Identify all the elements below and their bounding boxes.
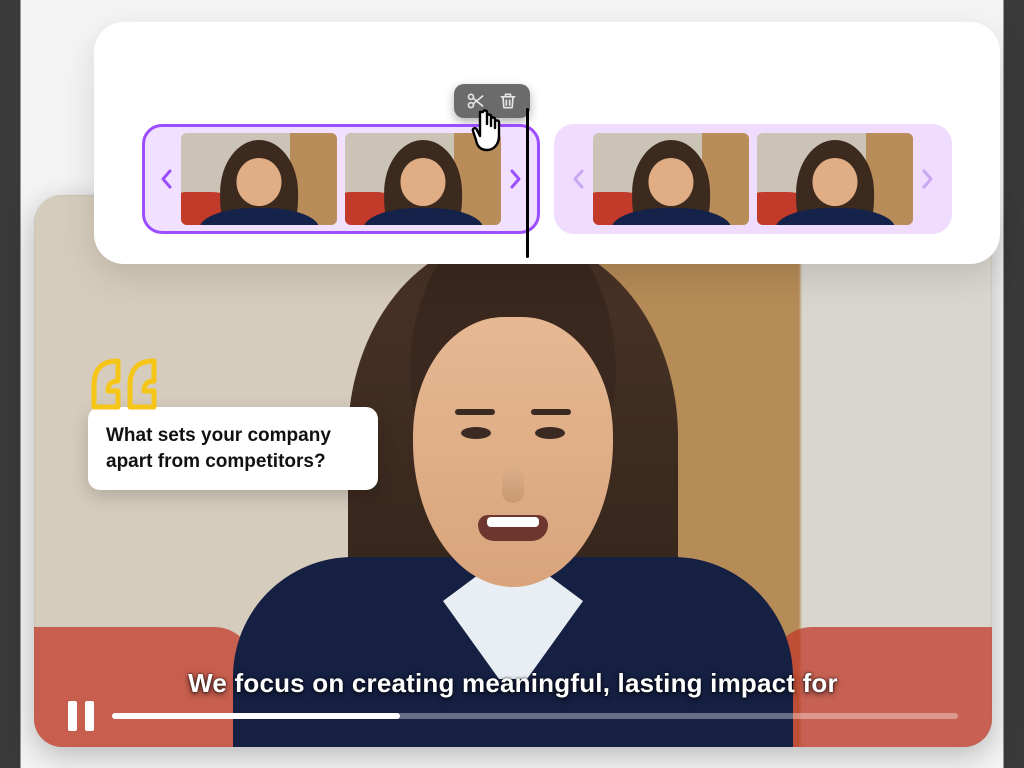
- progress-fill: [112, 713, 400, 719]
- scissors-icon[interactable]: [466, 91, 486, 111]
- clip-trim-left[interactable]: [153, 133, 181, 225]
- question-overlay: What sets your company apart from compet…: [88, 355, 378, 490]
- clip-trim-right[interactable]: [913, 133, 941, 225]
- clip-thumbnail: [593, 133, 749, 225]
- clip-thumbnail: [181, 133, 337, 225]
- timeline-clip[interactable]: [142, 124, 540, 234]
- question-text: What sets your company apart from compet…: [88, 407, 378, 490]
- trash-icon[interactable]: [498, 91, 518, 111]
- pause-button[interactable]: [68, 701, 94, 731]
- clip-thumbnail: [345, 133, 501, 225]
- timeline-clips[interactable]: [142, 124, 952, 234]
- timeline-panel: [94, 22, 1000, 264]
- video-caption: We focus on creating meaningful, lasting…: [130, 667, 896, 700]
- quote-icon: [88, 355, 378, 411]
- progress-track[interactable]: [112, 713, 958, 719]
- clip-trim-right[interactable]: [501, 133, 529, 225]
- clip-thumbnail: [757, 133, 913, 225]
- clip-split-toolbar: [454, 84, 530, 118]
- player-controls: [68, 701, 958, 731]
- timeline-clip[interactable]: [554, 124, 952, 234]
- timeline-playhead[interactable]: [526, 108, 529, 258]
- clip-trim-left[interactable]: [565, 133, 593, 225]
- video-preview[interactable]: What sets your company apart from compet…: [34, 195, 992, 747]
